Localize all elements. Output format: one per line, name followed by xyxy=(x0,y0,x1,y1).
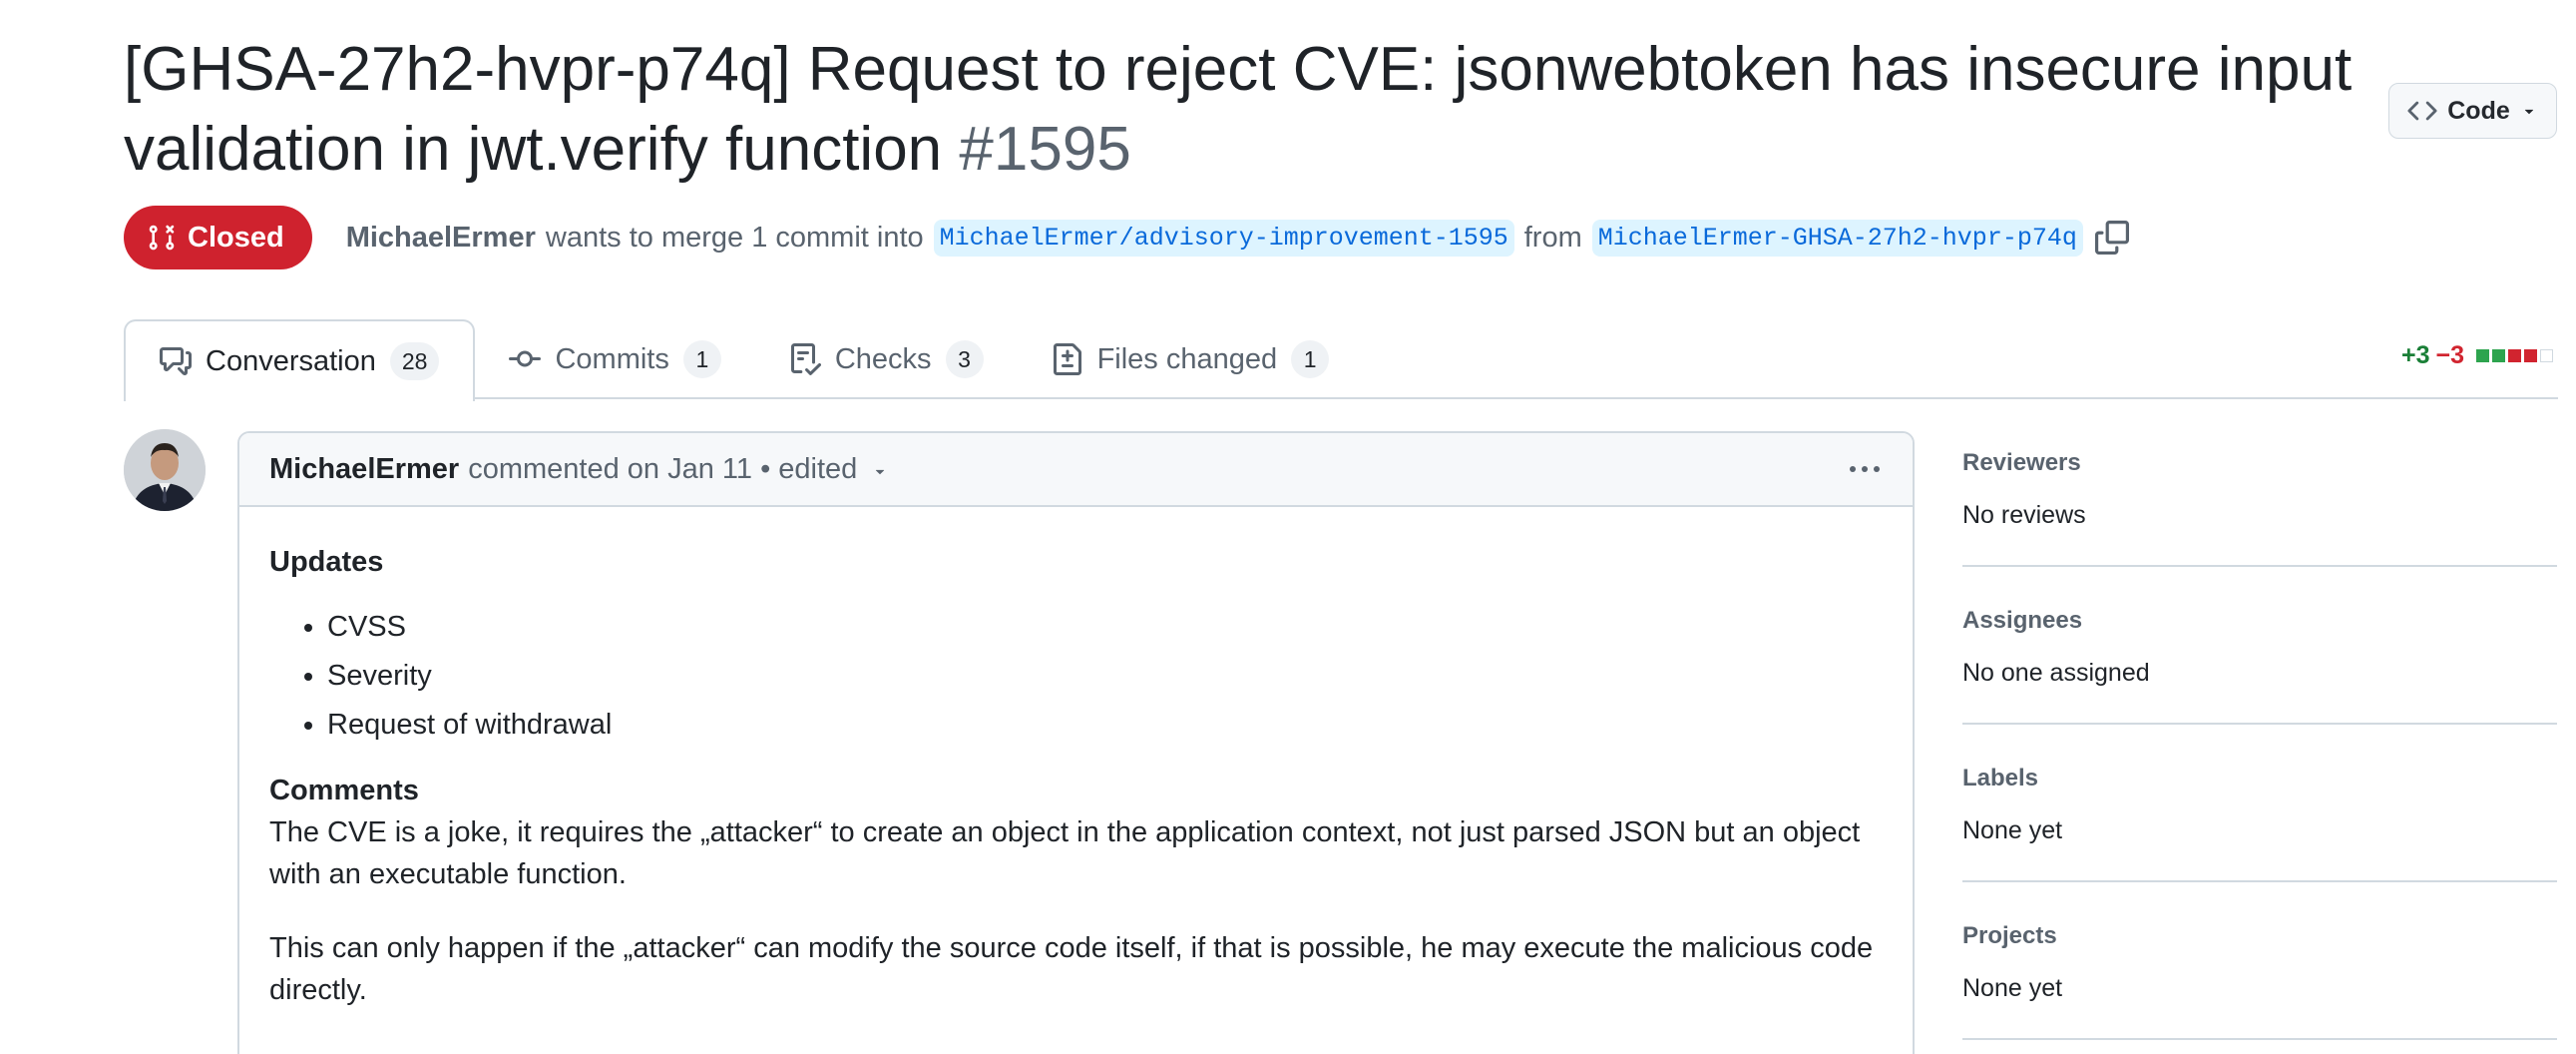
sidebar-labels-value: None yet xyxy=(1962,816,2063,844)
diffstat-block-added xyxy=(2492,349,2505,362)
merge-summary: MichaelErmer wants to merge 1 commit int… xyxy=(346,219,2129,257)
updates-heading: Updates xyxy=(269,546,384,578)
sidebar-reviewers-value: No reviews xyxy=(1962,501,2086,529)
diffstat-block-neutral xyxy=(2540,349,2553,362)
kebab-horizontal-icon[interactable] xyxy=(1847,457,1883,481)
tab-files-changed-count: 1 xyxy=(1291,340,1330,378)
copy-icon[interactable] xyxy=(2094,221,2129,255)
comment-meta[interactable]: commented on Jan 11 • edited xyxy=(468,453,857,486)
pr-title-text: [GHSA-27h2-hvpr-p74q] Request to reject … xyxy=(124,35,2353,184)
tab-checks-count: 3 xyxy=(945,340,984,378)
avatar[interactable] xyxy=(124,429,206,511)
file-diff-icon xyxy=(1053,343,1081,375)
merge-text: wants to merge 1 commit into xyxy=(545,221,924,254)
sidebar-reviewers: Reviewers No reviews xyxy=(1962,447,2557,567)
list-item: Request of withdrawal xyxy=(327,701,1883,750)
comment-discussion-icon xyxy=(160,347,192,375)
git-pull-request-closed-icon xyxy=(149,225,175,251)
from-text: from xyxy=(1523,221,1582,254)
code-icon xyxy=(2407,101,2437,121)
tab-files-changed[interactable]: Files changed 1 xyxy=(1018,319,1364,399)
tab-commits-count: 1 xyxy=(682,340,721,378)
sidebar-assignees-value: No one assigned xyxy=(1962,659,2150,687)
caret-down-icon xyxy=(2524,109,2533,115)
git-commit-icon xyxy=(509,350,542,367)
pr-number: #1595 xyxy=(959,115,1131,184)
list-item: CVSS xyxy=(327,603,1883,652)
checklist-icon xyxy=(790,343,821,375)
diffstat-deletions: −3 xyxy=(2435,341,2464,369)
tab-conversation-count: 28 xyxy=(389,342,440,380)
tab-checks-label: Checks xyxy=(834,342,932,375)
sidebar-labels-title[interactable]: Labels xyxy=(1962,763,2557,794)
tab-conversation[interactable]: Conversation 28 xyxy=(124,319,476,401)
sidebar-projects-title[interactable]: Projects xyxy=(1962,920,2557,952)
sidebar-reviewers-title[interactable]: Reviewers xyxy=(1962,447,2557,479)
pr-meta: Closed MichaelErmer wants to merge 1 com… xyxy=(124,206,2129,269)
code-button-label: Code xyxy=(2447,96,2510,125)
diffstat-block-added xyxy=(2476,349,2489,362)
sidebar: Reviewers No reviews Assignees No one as… xyxy=(1962,447,2557,1054)
diffstat[interactable]: +3 −3 xyxy=(2401,341,2553,370)
list-item: Severity xyxy=(327,652,1883,701)
caret-down-icon[interactable] xyxy=(871,462,889,480)
tab-conversation-label: Conversation xyxy=(206,344,376,377)
comment-header: MichaelErmer commented on Jan 11 • edite… xyxy=(239,433,1913,507)
head-branch[interactable]: MichaelErmer-GHSA-27h2-hvpr-p74q xyxy=(1591,219,2083,257)
comment-paragraph: This can only happen if the „attacker“ c… xyxy=(269,932,1874,1006)
tab-checks[interactable]: Checks 3 xyxy=(755,319,1018,399)
sidebar-assignees: Assignees No one assigned xyxy=(1962,605,2557,725)
comment-paragraph: The CVE is a joke, it requires the „atta… xyxy=(269,816,1861,890)
comment-box: MichaelErmer commented on Jan 11 • edite… xyxy=(237,431,1915,1054)
diffstat-blocks xyxy=(2476,349,2553,362)
tab-commits[interactable]: Commits 1 xyxy=(475,319,754,399)
tab-commits-label: Commits xyxy=(555,342,669,375)
comment-body: Updates CVSS Severity Request of withdra… xyxy=(239,507,1913,1011)
code-button[interactable]: Code xyxy=(2388,83,2557,139)
tab-files-changed-label: Files changed xyxy=(1096,342,1278,375)
user-avatar-image xyxy=(124,429,206,511)
state-label: Closed xyxy=(188,221,284,254)
diffstat-block-deleted xyxy=(2524,349,2537,362)
pr-author-link[interactable]: MichaelErmer xyxy=(346,222,536,255)
diffstat-block-deleted xyxy=(2508,349,2521,362)
page-title: [GHSA-27h2-hvpr-p74q] Request to reject … xyxy=(124,30,2388,190)
sidebar-assignees-title[interactable]: Assignees xyxy=(1962,605,2557,637)
base-branch[interactable]: MichaelErmer/advisory-improvement-1595 xyxy=(933,219,1514,257)
pr-tabs: Conversation 28 Commits 1 Checks 3 Files… xyxy=(124,319,1364,401)
sidebar-projects-value: None yet xyxy=(1962,974,2063,1002)
diffstat-additions: +3 xyxy=(2400,341,2430,369)
comment-author-link[interactable]: MichaelErmer xyxy=(269,453,459,486)
comments-heading: Comments xyxy=(269,775,419,806)
updates-list: CVSS Severity Request of withdrawal xyxy=(327,603,1883,750)
state-badge: Closed xyxy=(124,206,312,269)
sidebar-projects: Projects None yet xyxy=(1962,920,2557,1040)
sidebar-labels: Labels None yet xyxy=(1962,763,2557,882)
